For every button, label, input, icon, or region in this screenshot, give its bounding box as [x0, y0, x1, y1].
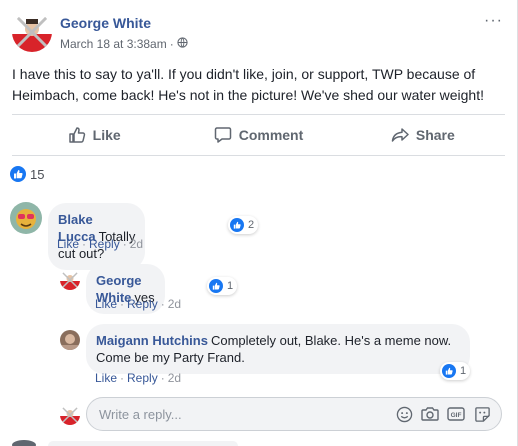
share-arrow-icon: [391, 126, 409, 144]
reply-reaction-badge[interactable]: 1: [207, 277, 238, 295]
reply-reply-link[interactable]: Reply: [127, 297, 158, 311]
link-separator: ·: [120, 371, 125, 385]
share-button[interactable]: Share: [341, 115, 505, 155]
comment-like-count: 2: [248, 219, 255, 231]
reply-like-count: 1: [227, 280, 234, 292]
like-reaction-icon: [209, 279, 223, 293]
like-reaction-icon: [10, 166, 26, 182]
reply-reaction-badge[interactable]: 1: [440, 362, 471, 380]
post-card: George White March 18 at 3:38am · ··· I …: [0, 0, 518, 446]
comment-bubble-icon: [214, 126, 232, 144]
sticker-icon[interactable]: [473, 405, 491, 423]
post-body-text: I have this to say to ya'll. If you didn…: [12, 66, 484, 103]
reply-input[interactable]: [99, 398, 349, 430]
more-options-icon[interactable]: ···: [484, 12, 503, 30]
comment-label: Comment: [238, 127, 304, 143]
reply-like-link[interactable]: Like: [95, 297, 117, 311]
reply-bubble: Maigann Hutchins Completely out, Blake. H…: [86, 324, 470, 374]
svg-text:GIF: GIF: [451, 412, 462, 419]
current-user-avatar: [60, 405, 80, 425]
replier-avatar[interactable]: [60, 330, 80, 350]
post-timestamp[interactable]: March 18 at 3:38am: [60, 37, 167, 51]
reply-actions: Like · Reply · 2d: [95, 297, 181, 311]
reply-like-count: 1: [460, 365, 467, 377]
post-actions-bar: Like Comment Share: [12, 114, 505, 156]
link-separator: ·: [122, 237, 127, 251]
like-reaction-icon: [230, 218, 244, 232]
globe-icon[interactable]: [177, 37, 188, 51]
link-separator: ·: [160, 371, 165, 385]
share-label: Share: [415, 127, 455, 143]
next-comment-avatar: [12, 440, 36, 446]
reaction-count: 15: [30, 166, 45, 182]
camera-icon[interactable]: [421, 405, 439, 423]
comment-like-link[interactable]: Like: [57, 237, 79, 251]
reply-composer: GIF: [86, 397, 502, 431]
reply-time[interactable]: 2d: [168, 297, 181, 311]
replier-name[interactable]: Maigann Hutchins: [96, 333, 208, 348]
post-meta: March 18 at 3:38am ·: [60, 37, 188, 51]
comment-button[interactable]: Comment: [176, 115, 340, 155]
reactions-summary[interactable]: 15: [10, 166, 44, 182]
commenter-avatar[interactable]: [10, 202, 42, 234]
reply-actions: Like · Reply · 2d: [95, 371, 181, 385]
link-separator: ·: [82, 237, 87, 251]
link-separator: ·: [120, 297, 125, 311]
gif-icon[interactable]: GIF: [447, 405, 465, 423]
like-button[interactable]: Like: [12, 115, 176, 155]
author-name[interactable]: George White: [60, 15, 151, 31]
reply-time[interactable]: 2d: [168, 371, 181, 385]
replier-avatar[interactable]: [60, 270, 80, 290]
emoji-icon[interactable]: [395, 405, 413, 423]
reply-like-link[interactable]: Like: [95, 371, 117, 385]
next-comment-bubble: [48, 441, 238, 446]
author-avatar[interactable]: [12, 12, 52, 52]
comment-time[interactable]: 2d: [130, 237, 143, 251]
comment-reaction-badge[interactable]: 2: [228, 216, 259, 234]
thumbs-up-icon: [68, 126, 86, 144]
comment-actions: Like · Reply · 2d: [57, 237, 143, 251]
like-label: Like: [92, 127, 121, 143]
link-separator: ·: [160, 297, 165, 311]
comment-reply-link[interactable]: Reply: [89, 237, 120, 251]
post-header: George White March 18 at 3:38am · ···: [12, 12, 505, 56]
meta-separator: ·: [169, 37, 174, 51]
reply-tools: GIF: [395, 405, 491, 423]
like-reaction-icon: [442, 364, 456, 378]
reply-reply-link[interactable]: Reply: [127, 371, 158, 385]
